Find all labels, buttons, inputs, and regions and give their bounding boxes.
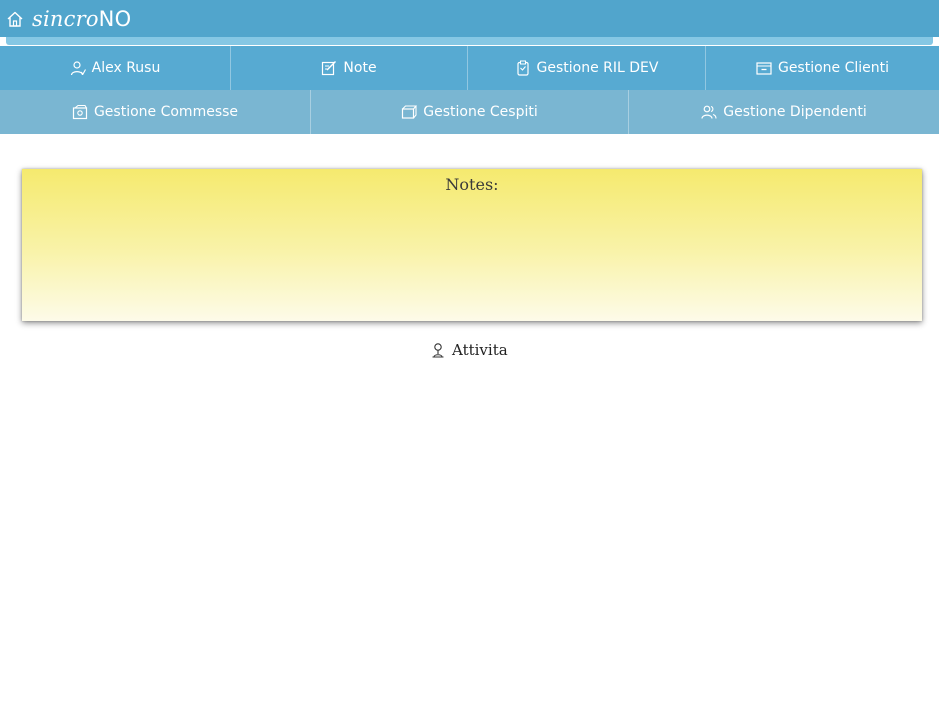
user-pin-icon — [432, 343, 444, 358]
edit-note-icon — [322, 61, 337, 76]
home-icon — [7, 11, 23, 27]
nav-row-1: Alex Rusu Note Gestione RIL DEV Gestione… — [0, 46, 939, 90]
user-icon — [70, 61, 86, 76]
notes-panel[interactable]: Notes: — [22, 169, 922, 321]
nav-item-gestione-dipendenti[interactable]: Gestione Dipendenti — [629, 90, 939, 134]
nav-item-gestione-cespiti[interactable]: Gestione Cespiti — [311, 90, 629, 134]
nav-item-gestione-commesse[interactable]: Gestione Commesse — [0, 90, 311, 134]
nav-item-label: Alex Rusu — [91, 60, 161, 76]
orders-icon — [72, 104, 88, 120]
top-accent-strip — [6, 37, 933, 45]
notes-title: Notes: — [445, 175, 499, 194]
nav-item-gestione-ril-dev[interactable]: Gestione RIL DEV — [468, 46, 706, 90]
group-icon — [701, 105, 717, 119]
clipboard-icon — [516, 60, 529, 76]
attivita-label: Attivita — [452, 341, 508, 359]
brand-name-upper: NO — [98, 7, 132, 31]
box-icon — [402, 105, 418, 119]
nav-item-gestione-clienti[interactable]: Gestione Clienti — [706, 46, 939, 90]
nav-item-label: Gestione Cespiti — [423, 104, 538, 120]
folder-minus-icon — [756, 62, 772, 75]
brand-home-link[interactable]: sincroNO — [6, 4, 131, 34]
top-bar: sincroNO — [0, 0, 939, 37]
nav-item-note[interactable]: Note — [231, 46, 468, 90]
nav-item-label: Gestione Commesse — [93, 104, 239, 120]
nav-item-user-profile[interactable]: Alex Rusu — [0, 46, 231, 90]
brand-name: sincroNO — [32, 7, 131, 31]
nav-item-label: Note — [343, 60, 377, 76]
nav-row-2: Gestione Commesse Gestione Cespiti Gesti… — [0, 90, 939, 134]
attivita-link[interactable]: Attivita — [430, 341, 508, 359]
nav-item-label: Gestione Dipendenti — [723, 104, 867, 120]
brand-name-lower: sincro — [32, 7, 99, 31]
nav-item-label: Gestione RIL DEV — [536, 60, 659, 76]
nav-item-label: Gestione Clienti — [777, 60, 890, 76]
